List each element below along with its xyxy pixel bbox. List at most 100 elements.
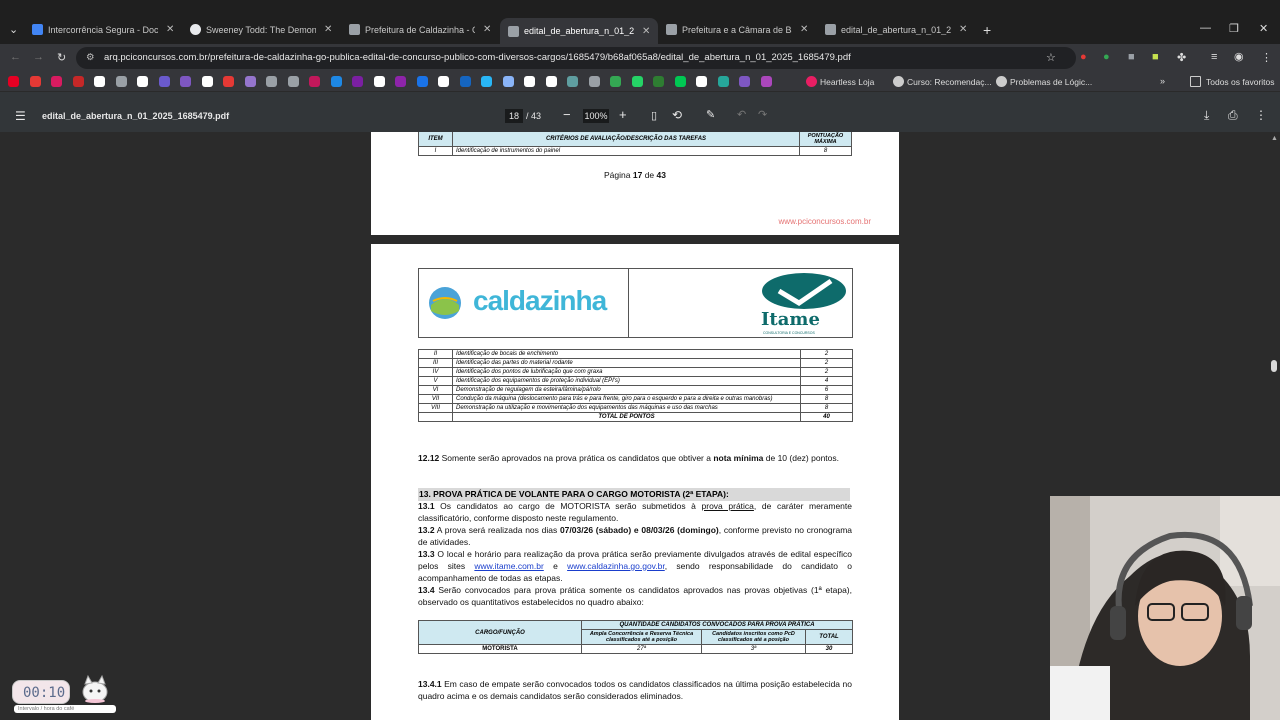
extension-icon[interactable]: ■ xyxy=(1152,51,1159,63)
bookmark-favicon-icon[interactable] xyxy=(653,76,664,87)
extension-icon[interactable]: ● xyxy=(1103,51,1110,63)
fit-page-icon[interactable]: ▯ xyxy=(651,109,657,122)
bookmark-favicon-icon[interactable] xyxy=(567,76,578,87)
minimize-icon[interactable]: — xyxy=(1200,22,1211,34)
tab-edital-active[interactable]: edital_de_abertura_n_01_2025 ✕ xyxy=(500,18,659,44)
extension-icon[interactable]: ■ xyxy=(1128,51,1135,63)
bookmark-favicon-icon[interactable] xyxy=(223,76,234,87)
zoom-input[interactable]: 100% xyxy=(583,109,609,123)
tab-sweeney[interactable]: Sweeney Todd: The Demon Bar ✕ xyxy=(190,19,332,40)
bookmark-favicon-icon[interactable] xyxy=(696,76,707,87)
bookmark-favicon-icon[interactable] xyxy=(524,76,535,87)
new-tab-icon[interactable]: + xyxy=(983,22,991,38)
bookmark-favicon-icon[interactable] xyxy=(8,76,19,87)
rotate-icon[interactable]: ⟲ xyxy=(672,108,682,122)
bookmark-heartless[interactable]: Heartless Loja xyxy=(820,77,874,87)
bookmark-icon xyxy=(996,76,1007,87)
link-itame[interactable]: www.itame.com.br xyxy=(474,561,543,571)
reload-icon[interactable]: ↻ xyxy=(57,51,66,64)
bookmark-todos-favoritos[interactable]: Todos os favoritos xyxy=(1206,77,1275,87)
cell-desc: Identificação das partes do material rod… xyxy=(452,358,801,368)
bookmark-favicon-icon[interactable] xyxy=(244,76,256,87)
site-info-icon[interactable]: ⚙ xyxy=(86,47,95,69)
media-icon[interactable]: ≡ xyxy=(1211,51,1217,63)
cell-pts: 6 xyxy=(800,385,853,395)
zoom-in-icon[interactable]: + xyxy=(619,107,627,122)
bookmark-favicon-icon[interactable] xyxy=(545,76,557,87)
caldazinha-logo: caldazinha xyxy=(419,269,629,337)
profile-avatar-icon[interactable]: ◉ xyxy=(1234,50,1244,63)
close-icon[interactable]: ✕ xyxy=(642,26,650,37)
bookmark-problemas[interactable]: Problemas de Lógic... xyxy=(1010,77,1092,87)
forward-icon[interactable]: → xyxy=(33,51,44,63)
cell-item: VI xyxy=(418,385,453,395)
bookmark-favicon-icon[interactable] xyxy=(502,76,514,87)
tab-edital-2[interactable]: edital_de_abertura_n_01_2025 ✕ xyxy=(825,19,967,40)
extension-icon[interactable]: ● xyxy=(1080,51,1087,63)
back-icon[interactable]: ← xyxy=(10,51,21,63)
evaluation-table: ITEM CRITÉRIOS DE AVALIAÇÃO/DESCRIÇÃO DA… xyxy=(418,132,852,156)
bookmark-favicon-icon[interactable] xyxy=(631,76,643,87)
tab-intercorrencia[interactable]: Intercorrência Segura - Docum ✕ xyxy=(32,19,174,40)
bookmark-curso[interactable]: Curso: Recomendaç... xyxy=(907,77,992,87)
pdf-icon xyxy=(508,25,519,37)
bookmark-favicon-icon[interactable] xyxy=(438,76,449,87)
zoom-out-icon[interactable]: − xyxy=(563,107,571,122)
scrollbar-up-icon[interactable]: ▲ xyxy=(1271,135,1278,142)
bookmark-favicon-icon[interactable] xyxy=(352,76,363,87)
maximize-icon[interactable]: ❐ xyxy=(1229,22,1239,35)
chevron-right-icon[interactable]: » xyxy=(1160,76,1165,86)
bookmark-favicon-icon[interactable] xyxy=(416,76,428,87)
bookmark-favicon-icon[interactable] xyxy=(158,76,170,87)
bookmark-favicon-icon[interactable] xyxy=(459,76,471,87)
bookmark-favicon-icon[interactable] xyxy=(373,76,385,87)
annotate-icon[interactable]: ✎ xyxy=(706,108,715,121)
bookmark-favicon-icon[interactable] xyxy=(760,76,772,87)
close-icon[interactable]: ✕ xyxy=(166,24,174,35)
bookmark-favicon-icon[interactable] xyxy=(717,76,729,87)
tab-search-icon[interactable]: ⌄ xyxy=(9,23,18,36)
star-icon[interactable]: ☆ xyxy=(1046,51,1056,64)
close-window-icon[interactable]: ✕ xyxy=(1259,22,1268,35)
tab-prefeitura-caldazinha[interactable]: Prefeitura de Caldazinha - GO ✕ xyxy=(349,19,491,40)
bookmark-favicon-icon[interactable] xyxy=(309,76,320,87)
close-icon[interactable]: ✕ xyxy=(959,24,967,35)
hamburger-menu-icon[interactable]: ☰ xyxy=(15,109,26,123)
bookmark-favicon-icon[interactable] xyxy=(94,76,105,87)
menu-kebab-icon[interactable]: ⋮ xyxy=(1261,51,1272,64)
bookmark-favicon-icon[interactable] xyxy=(481,76,492,87)
qt-col-ampla: Ampla Concorrência e Reserva Técnica cla… xyxy=(581,629,702,645)
bookmark-favicon-icon[interactable] xyxy=(588,76,600,87)
bookmark-favicon-icon[interactable] xyxy=(115,76,127,87)
close-icon[interactable]: ✕ xyxy=(324,24,332,35)
bookmark-favicon-icon[interactable] xyxy=(201,76,213,87)
page-number-input[interactable]: 18 xyxy=(505,109,523,123)
redo-icon[interactable]: ↷ xyxy=(758,108,767,121)
extensions-puzzle-icon[interactable]: ✤ xyxy=(1177,51,1186,64)
bookmark-favicon-icon[interactable] xyxy=(180,76,191,87)
undo-icon[interactable]: ↶ xyxy=(737,108,746,121)
bookmark-favicon-icon[interactable] xyxy=(610,76,621,87)
pdf-toolbar: ☰ edital_de_abertura_n_01_2025_1685479.p… xyxy=(0,100,1280,132)
bookmark-favicon-icon[interactable] xyxy=(266,76,277,87)
bookmark-favicon-icon[interactable] xyxy=(287,76,299,87)
tab-prefeitura-camara[interactable]: Prefeitura e a Câmara de Batay ✕ xyxy=(666,19,808,40)
bookmark-favicon-icon[interactable] xyxy=(72,76,84,87)
bookmark-favicon-icon[interactable] xyxy=(739,76,750,87)
th-points: PONTUAÇÃO MÁXIMA xyxy=(799,132,852,147)
bookmark-favicon-icon[interactable] xyxy=(29,76,41,87)
close-icon[interactable]: ✕ xyxy=(483,24,491,35)
scrollbar-thumb[interactable] xyxy=(1271,360,1277,372)
bookmark-favicon-icon[interactable] xyxy=(330,76,342,87)
bookmark-favicon-icon[interactable] xyxy=(674,76,686,87)
page-footer: Página 17 de 43 xyxy=(604,170,666,180)
bookmark-favicon-icon[interactable] xyxy=(395,76,406,87)
more-options-icon[interactable]: ⋮ xyxy=(1255,108,1267,122)
link-caldazinha[interactable]: www.caldazinha.go.gov.br xyxy=(567,561,665,571)
close-icon[interactable]: ✕ xyxy=(800,24,808,35)
download-icon[interactable]: ⤓ xyxy=(1204,108,1209,123)
print-icon[interactable]: ⎙ xyxy=(1228,108,1238,123)
bookmark-favicon-icon[interactable] xyxy=(137,76,148,87)
bookmark-favicon-icon[interactable] xyxy=(51,76,62,87)
address-bar[interactable]: ⚙ arq.pciconcursos.com.br/prefeitura-de-… xyxy=(76,47,1076,69)
